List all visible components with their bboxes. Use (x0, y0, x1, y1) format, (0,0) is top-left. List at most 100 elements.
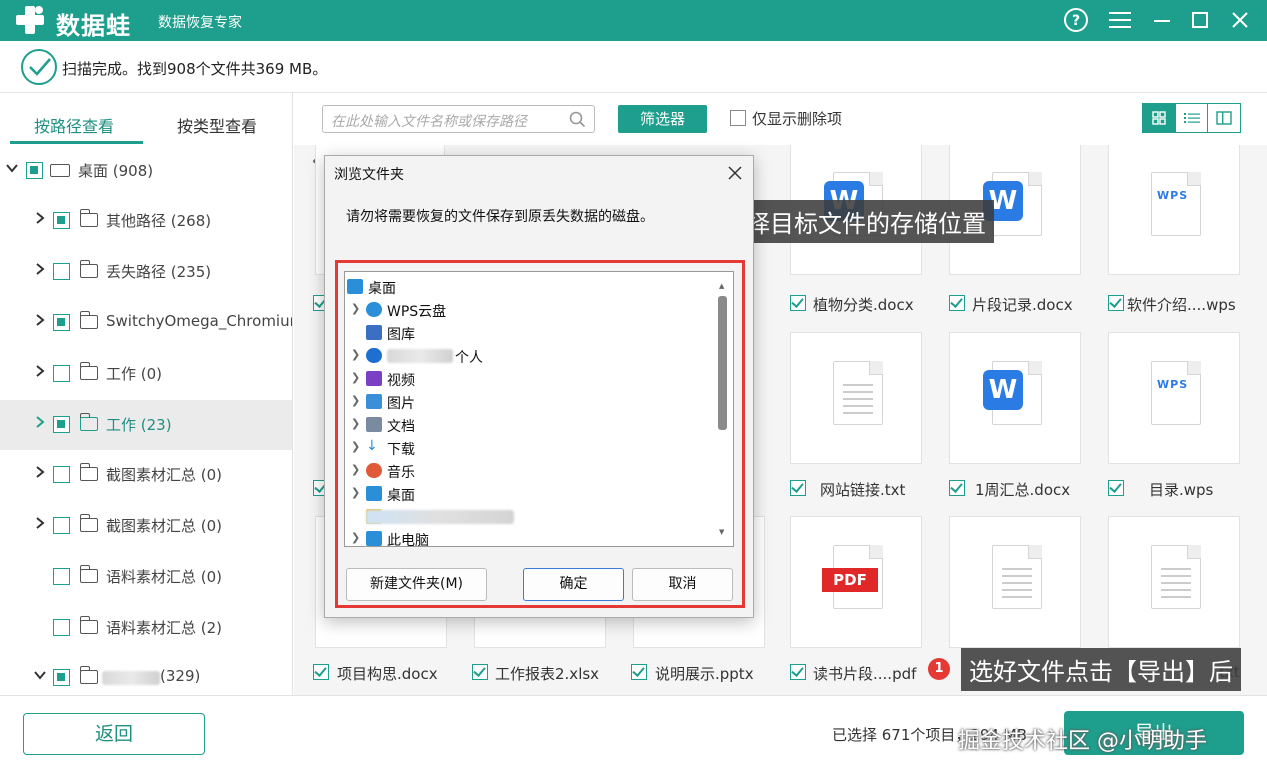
chevron-right-icon[interactable] (33, 262, 47, 276)
file-checkbox[interactable] (949, 480, 965, 496)
chevron-right-icon[interactable] (33, 313, 47, 327)
file-checkbox[interactable] (472, 664, 488, 680)
file-card[interactable]: WPS (1108, 145, 1240, 275)
folder-tree-item[interactable]: ❯ ↓ 下载 (351, 437, 701, 459)
dialog-message: 请勿将需要恢复的文件保存到原丢失数据的磁盘。 (346, 209, 654, 225)
chevron-right-icon[interactable]: ❯ (351, 302, 360, 315)
file-card[interactable]: WPS (1108, 332, 1240, 464)
tree-checkbox[interactable] (53, 416, 70, 433)
file-name: 项目构思.docx (337, 665, 438, 683)
minimize-icon[interactable] (1148, 6, 1176, 34)
tab-by-type[interactable]: 按类型查看 (177, 113, 257, 137)
app-brand: 数据蛙 (56, 12, 131, 40)
list-view-icon[interactable] (1176, 104, 1209, 132)
tree-item-other-paths[interactable]: 其他路径 (268) (0, 196, 292, 246)
grid-view-icon[interactable] (1143, 104, 1176, 132)
tree-checkbox[interactable] (53, 568, 70, 585)
chevron-right-icon[interactable]: ❯ (351, 440, 360, 453)
video-icon (366, 371, 382, 386)
ok-button[interactable]: 确定 (523, 568, 624, 601)
tree-checkbox[interactable] (53, 365, 70, 382)
folder-tree-item[interactable]: ❯ 此电脑 (351, 528, 701, 546)
file-card[interactable]: W (949, 332, 1081, 464)
close-icon[interactable] (728, 166, 742, 180)
tab-by-path[interactable]: 按路径查看 (34, 113, 114, 137)
scroll-down-icon[interactable]: ▼ (719, 528, 724, 536)
file-checkbox[interactable] (1108, 295, 1124, 311)
file-checkbox[interactable] (1108, 480, 1124, 496)
close-icon[interactable] (1226, 6, 1254, 34)
tree-scrollbar[interactable]: ▲ ▼ (718, 282, 727, 538)
chevron-right-icon[interactable]: ❯ (351, 463, 360, 476)
tree-item-desktop[interactable]: 桌面 (908) (0, 146, 292, 196)
tree-item-screenshots-2[interactable]: 截图素材汇总 (0) (0, 501, 292, 551)
tree-checkbox[interactable] (53, 669, 70, 686)
chevron-right-icon[interactable] (33, 211, 47, 225)
cancel-button[interactable]: 取消 (632, 568, 733, 601)
only-deleted-checkbox[interactable] (730, 110, 746, 126)
search-icon[interactable] (569, 111, 586, 128)
chevron-right-icon[interactable]: ❯ (351, 371, 360, 384)
folder-tree-item[interactable]: ❯ 音乐 (351, 460, 701, 482)
chevron-down-icon[interactable] (33, 668, 47, 682)
tree-checkbox[interactable] (53, 466, 70, 483)
folder-tree-item[interactable]: ❯ 图片 (351, 391, 701, 413)
folder-tree-item[interactable]: ❯ 个人 (351, 345, 701, 367)
tree-item-label: (329) (160, 667, 201, 685)
chevron-right-icon[interactable]: ❯ (351, 417, 360, 430)
tree-item-blurred-folder[interactable]: (329) (0, 653, 292, 695)
file-card[interactable] (1108, 516, 1240, 648)
chevron-right-icon[interactable]: ❯ (351, 394, 360, 407)
tree-checkbox[interactable] (26, 162, 43, 179)
folder-tree-item[interactable]: 桌面 (347, 276, 707, 298)
chevron-right-icon[interactable]: ❯ (351, 531, 360, 544)
folder-tree-item[interactable]: ❯ WPS云盘 (351, 299, 701, 321)
tree-item-corpus-2[interactable]: 语料素材汇总 (2) (0, 603, 292, 653)
file-name: 工作报表2.xlsx (495, 665, 600, 683)
search-input[interactable]: 在此处输入文件名称或保存路径 (322, 105, 595, 133)
detail-view-icon[interactable] (1208, 104, 1240, 132)
help-icon[interactable]: ? (1062, 6, 1090, 34)
file-card[interactable] (790, 332, 922, 464)
file-checkbox[interactable] (790, 664, 806, 680)
file-checkbox[interactable] (790, 295, 806, 311)
tree-checkbox[interactable] (53, 619, 70, 636)
file-name: 目录.wps (1149, 481, 1214, 499)
folder-tree[interactable]: 桌面 ❯ WPS云盘 图库 ❯ 个人 ❯ 视频 ❯ 图片 ❯ 文档 ❯ ↓ 下载… (344, 271, 734, 547)
file-checkbox[interactable] (949, 295, 965, 311)
tree-checkbox[interactable] (53, 263, 70, 280)
tree-item-work-0[interactable]: 工作 (0) (0, 349, 292, 399)
menu-icon[interactable] (1106, 6, 1134, 34)
folder-tree-item[interactable]: 图库 (351, 322, 701, 344)
new-folder-button[interactable]: 新建文件夹(M) (346, 568, 487, 601)
scroll-up-icon[interactable]: ▲ (719, 282, 724, 290)
tree-item-lost-paths[interactable]: 丢失路径 (235) (0, 247, 292, 297)
folder-tree-item[interactable]: ❯ 桌面 (351, 483, 701, 505)
filter-button[interactable]: 筛选器 (618, 105, 707, 133)
back-button[interactable]: 返回 (23, 713, 205, 755)
chevron-right-icon[interactable] (33, 465, 47, 479)
file-card[interactable] (949, 516, 1081, 648)
tree-checkbox[interactable] (53, 517, 70, 534)
chevron-right-icon[interactable] (33, 364, 47, 378)
file-checkbox[interactable] (790, 480, 806, 496)
chevron-right-icon[interactable] (33, 516, 47, 530)
file-card[interactable]: PDF (790, 516, 922, 648)
file-checkbox[interactable] (313, 664, 329, 680)
chevron-down-icon[interactable] (5, 161, 19, 175)
tree-checkbox[interactable] (53, 314, 70, 331)
maximize-icon[interactable] (1186, 6, 1214, 34)
file-checkbox[interactable] (631, 664, 647, 680)
chevron-right-icon[interactable]: ❯ (351, 486, 360, 499)
folder-tree-item[interactable]: ❯ 文档 (351, 414, 701, 436)
folder-tree-item[interactable]: ❯ 视频 (351, 368, 701, 390)
tree-item-work-23[interactable]: 工作 (23) (0, 400, 292, 450)
chevron-right-icon[interactable]: ❯ (351, 348, 360, 361)
tree-checkbox[interactable] (53, 212, 70, 229)
folder-tree-item[interactable] (351, 506, 701, 528)
tree-item-switchyomega[interactable]: SwitchyOmega_Chromium (0, 298, 292, 348)
tree-item-screenshots-1[interactable]: 截图素材汇总 (0) (0, 450, 292, 500)
chevron-right-icon[interactable] (33, 415, 47, 429)
scroll-thumb[interactable] (718, 296, 727, 430)
tree-item-corpus-0[interactable]: 语料素材汇总 (0) (0, 552, 292, 602)
